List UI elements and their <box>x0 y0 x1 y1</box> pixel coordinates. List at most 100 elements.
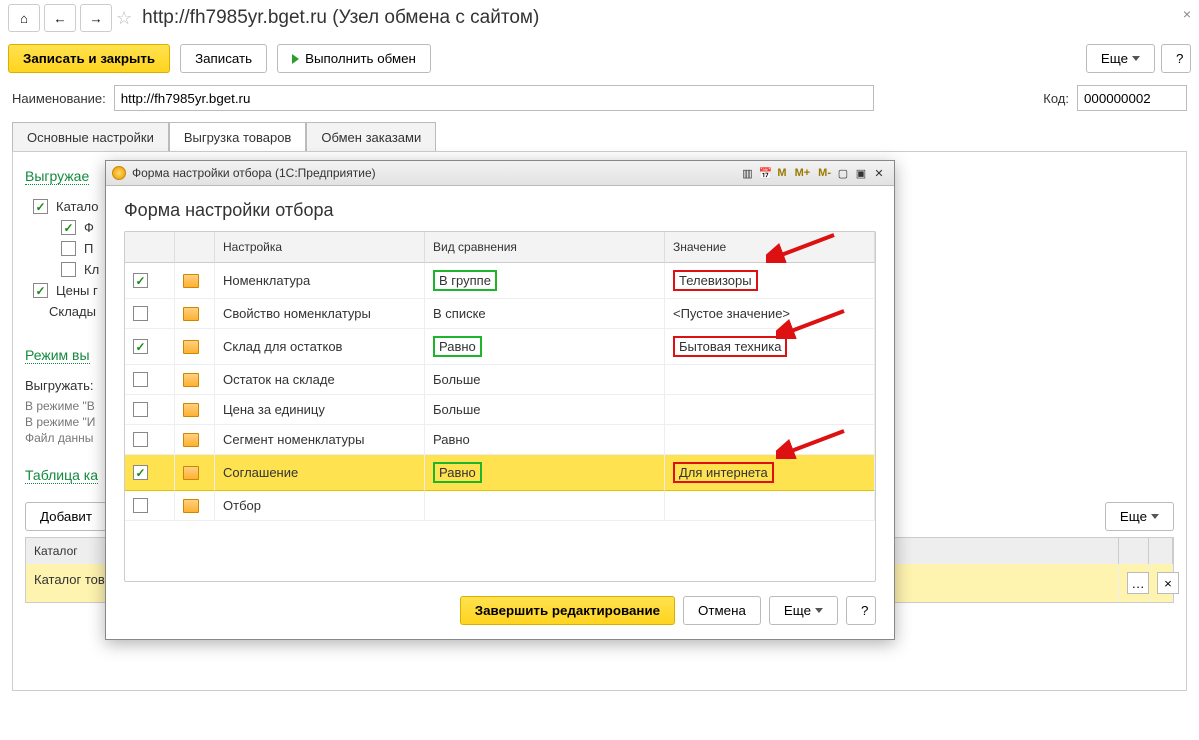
dialog-help-button[interactable]: ? <box>846 596 876 625</box>
filter-row[interactable]: Остаток на складе Больше <box>125 365 875 395</box>
back-button[interactable]: ← <box>44 4 76 32</box>
chevron-down-icon <box>1132 56 1140 61</box>
filter-row-checkbox[interactable] <box>133 372 148 387</box>
filter-row-checkbox[interactable] <box>133 306 148 321</box>
minimize-icon[interactable]: ▢ <box>834 164 852 182</box>
tabs: Основные настройки Выгрузка товаров Обме… <box>0 121 1199 151</box>
filter-row-name: Цена за единицу <box>215 395 425 425</box>
cancel-button[interactable]: Отмена <box>683 596 761 625</box>
m-plus-icon[interactable]: M+ <box>792 166 814 180</box>
chevron-down-icon <box>815 608 823 613</box>
save-close-button[interactable]: Записать и закрыть <box>8 44 170 73</box>
check-kl[interactable] <box>61 262 76 277</box>
tab-export-goods[interactable]: Выгрузка товаров <box>169 122 307 152</box>
filter-row-compare[interactable]: Равно <box>425 425 665 455</box>
code-input[interactable] <box>1077 85 1187 111</box>
memory-icons: M M+ M- <box>774 166 834 180</box>
filter-row-name: Соглашение <box>215 455 425 491</box>
upload-label: Выгружать: <box>25 378 93 393</box>
filter-row[interactable]: Номенклатура В группе Телевизоры <box>125 263 875 299</box>
filter-row-value[interactable]: Телевизоры <box>665 263 875 299</box>
m-icon[interactable]: M <box>774 166 789 180</box>
filter-row[interactable]: Сегмент номенклатуры Равно <box>125 425 875 455</box>
favorite-icon[interactable]: ☆ <box>116 8 132 29</box>
section-upload-title: Выгружае <box>25 168 89 185</box>
filter-row-compare[interactable]: Больше <box>425 365 665 395</box>
section-table-title: Таблица ка <box>25 467 98 484</box>
filter-table: Настройка Вид сравнения Значение Номенкл… <box>124 231 876 582</box>
arrow-right-icon: → <box>89 11 102 26</box>
col-value[interactable]: Значение <box>665 232 875 263</box>
catalog-row-clear-button[interactable]: × <box>1157 572 1179 594</box>
maximize-icon[interactable]: ▣ <box>852 164 870 182</box>
nav-toolbar: ⌂ ← → ☆ http://fh7985yr.bget.ru (Узел об… <box>0 0 1199 36</box>
filter-row-checkbox[interactable] <box>133 273 148 288</box>
col-comparison[interactable]: Вид сравнения <box>425 232 665 263</box>
filter-row[interactable]: Свойство номенклатуры В списке <Пустое з… <box>125 299 875 329</box>
chevron-down-icon <box>1151 514 1159 519</box>
name-label: Наименование: <box>12 91 106 106</box>
arrow-left-icon: ← <box>53 11 66 26</box>
calc-icon[interactable]: ▥ <box>738 164 756 182</box>
col-setting[interactable]: Настройка <box>215 232 425 263</box>
name-input[interactable] <box>114 85 874 111</box>
filter-icon <box>183 499 199 513</box>
calendar-icon[interactable]: 📅 <box>756 164 774 182</box>
home-button[interactable]: ⌂ <box>8 4 40 32</box>
filter-dialog: Форма настройки отбора (1С:Предприятие) … <box>105 160 895 640</box>
tab-exchange-orders[interactable]: Обмен заказами <box>306 122 436 152</box>
filter-row-checkbox[interactable] <box>133 402 148 417</box>
more-button[interactable]: Еще <box>1086 44 1155 73</box>
filter-row[interactable]: Цена за единицу Больше <box>125 395 875 425</box>
filter-row-value[interactable] <box>665 425 875 455</box>
filter-row[interactable]: Склад для остатков Равно Бытовая техника <box>125 329 875 365</box>
page-title: http://fh7985yr.bget.ru (Узел обмена с с… <box>142 7 539 29</box>
close-icon[interactable]: × <box>1183 6 1191 22</box>
filter-row-name: Номенклатура <box>215 263 425 299</box>
action-bar: Записать и закрыть Записать Выполнить об… <box>0 36 1199 81</box>
filter-row-checkbox[interactable] <box>133 465 148 480</box>
filter-row-value[interactable] <box>665 365 875 395</box>
help-button[interactable]: ? <box>1161 44 1191 73</box>
filter-row-name: Сегмент номенклатуры <box>215 425 425 455</box>
check-catalog[interactable] <box>33 199 48 214</box>
filter-row-checkbox[interactable] <box>133 432 148 447</box>
filter-row-value[interactable] <box>665 491 875 521</box>
tab-main-settings[interactable]: Основные настройки <box>12 122 169 152</box>
dialog-titlebar[interactable]: Форма настройки отбора (1С:Предприятие) … <box>106 161 894 186</box>
filter-row-checkbox[interactable] <box>133 498 148 513</box>
filter-row-compare[interactable]: Больше <box>425 395 665 425</box>
filter-row-compare[interactable] <box>425 491 665 521</box>
forward-button[interactable]: → <box>80 4 112 32</box>
filter-row-compare[interactable]: В списке <box>425 299 665 329</box>
filter-row-compare[interactable]: В группе <box>425 263 665 299</box>
check-prices[interactable] <box>33 283 48 298</box>
filter-row-compare[interactable]: Равно <box>425 329 665 365</box>
dialog-more-button[interactable]: Еще <box>769 596 838 625</box>
filter-row[interactable]: Соглашение Равно Для интернета <box>125 455 875 491</box>
filter-row-checkbox[interactable] <box>133 339 148 354</box>
filter-row-value[interactable]: Для интернета <box>665 455 875 491</box>
filter-icon <box>183 403 199 417</box>
add-button[interactable]: Добавит <box>25 502 107 531</box>
filter-row-value[interactable]: <Пустое значение> <box>665 299 875 329</box>
filter-row-compare[interactable]: Равно <box>425 455 665 491</box>
dialog-footer: Завершить редактирование Отмена Еще ? <box>106 582 894 639</box>
save-button[interactable]: Записать <box>180 44 267 73</box>
filter-row-name: Остаток на складе <box>215 365 425 395</box>
home-icon: ⌂ <box>20 11 28 26</box>
filter-row-value[interactable]: Бытовая техника <box>665 329 875 365</box>
finish-edit-button[interactable]: Завершить редактирование <box>460 596 675 625</box>
check-pr[interactable] <box>61 241 76 256</box>
filter-row-value[interactable] <box>665 395 875 425</box>
filter-row-name: Склад для остатков <box>215 329 425 365</box>
code-label: Код: <box>1043 91 1069 106</box>
catalog-row-edit-button[interactable]: … <box>1127 572 1149 594</box>
check-ph[interactable] <box>61 220 76 235</box>
app-icon <box>112 166 126 180</box>
filter-row[interactable]: Отбор <box>125 491 875 521</box>
dialog-close-icon[interactable]: ✕ <box>870 164 888 182</box>
execute-exchange-button[interactable]: Выполнить обмен <box>277 44 431 73</box>
catalog-more-button[interactable]: Еще <box>1105 502 1174 531</box>
m-minus-icon[interactable]: M- <box>815 166 834 180</box>
